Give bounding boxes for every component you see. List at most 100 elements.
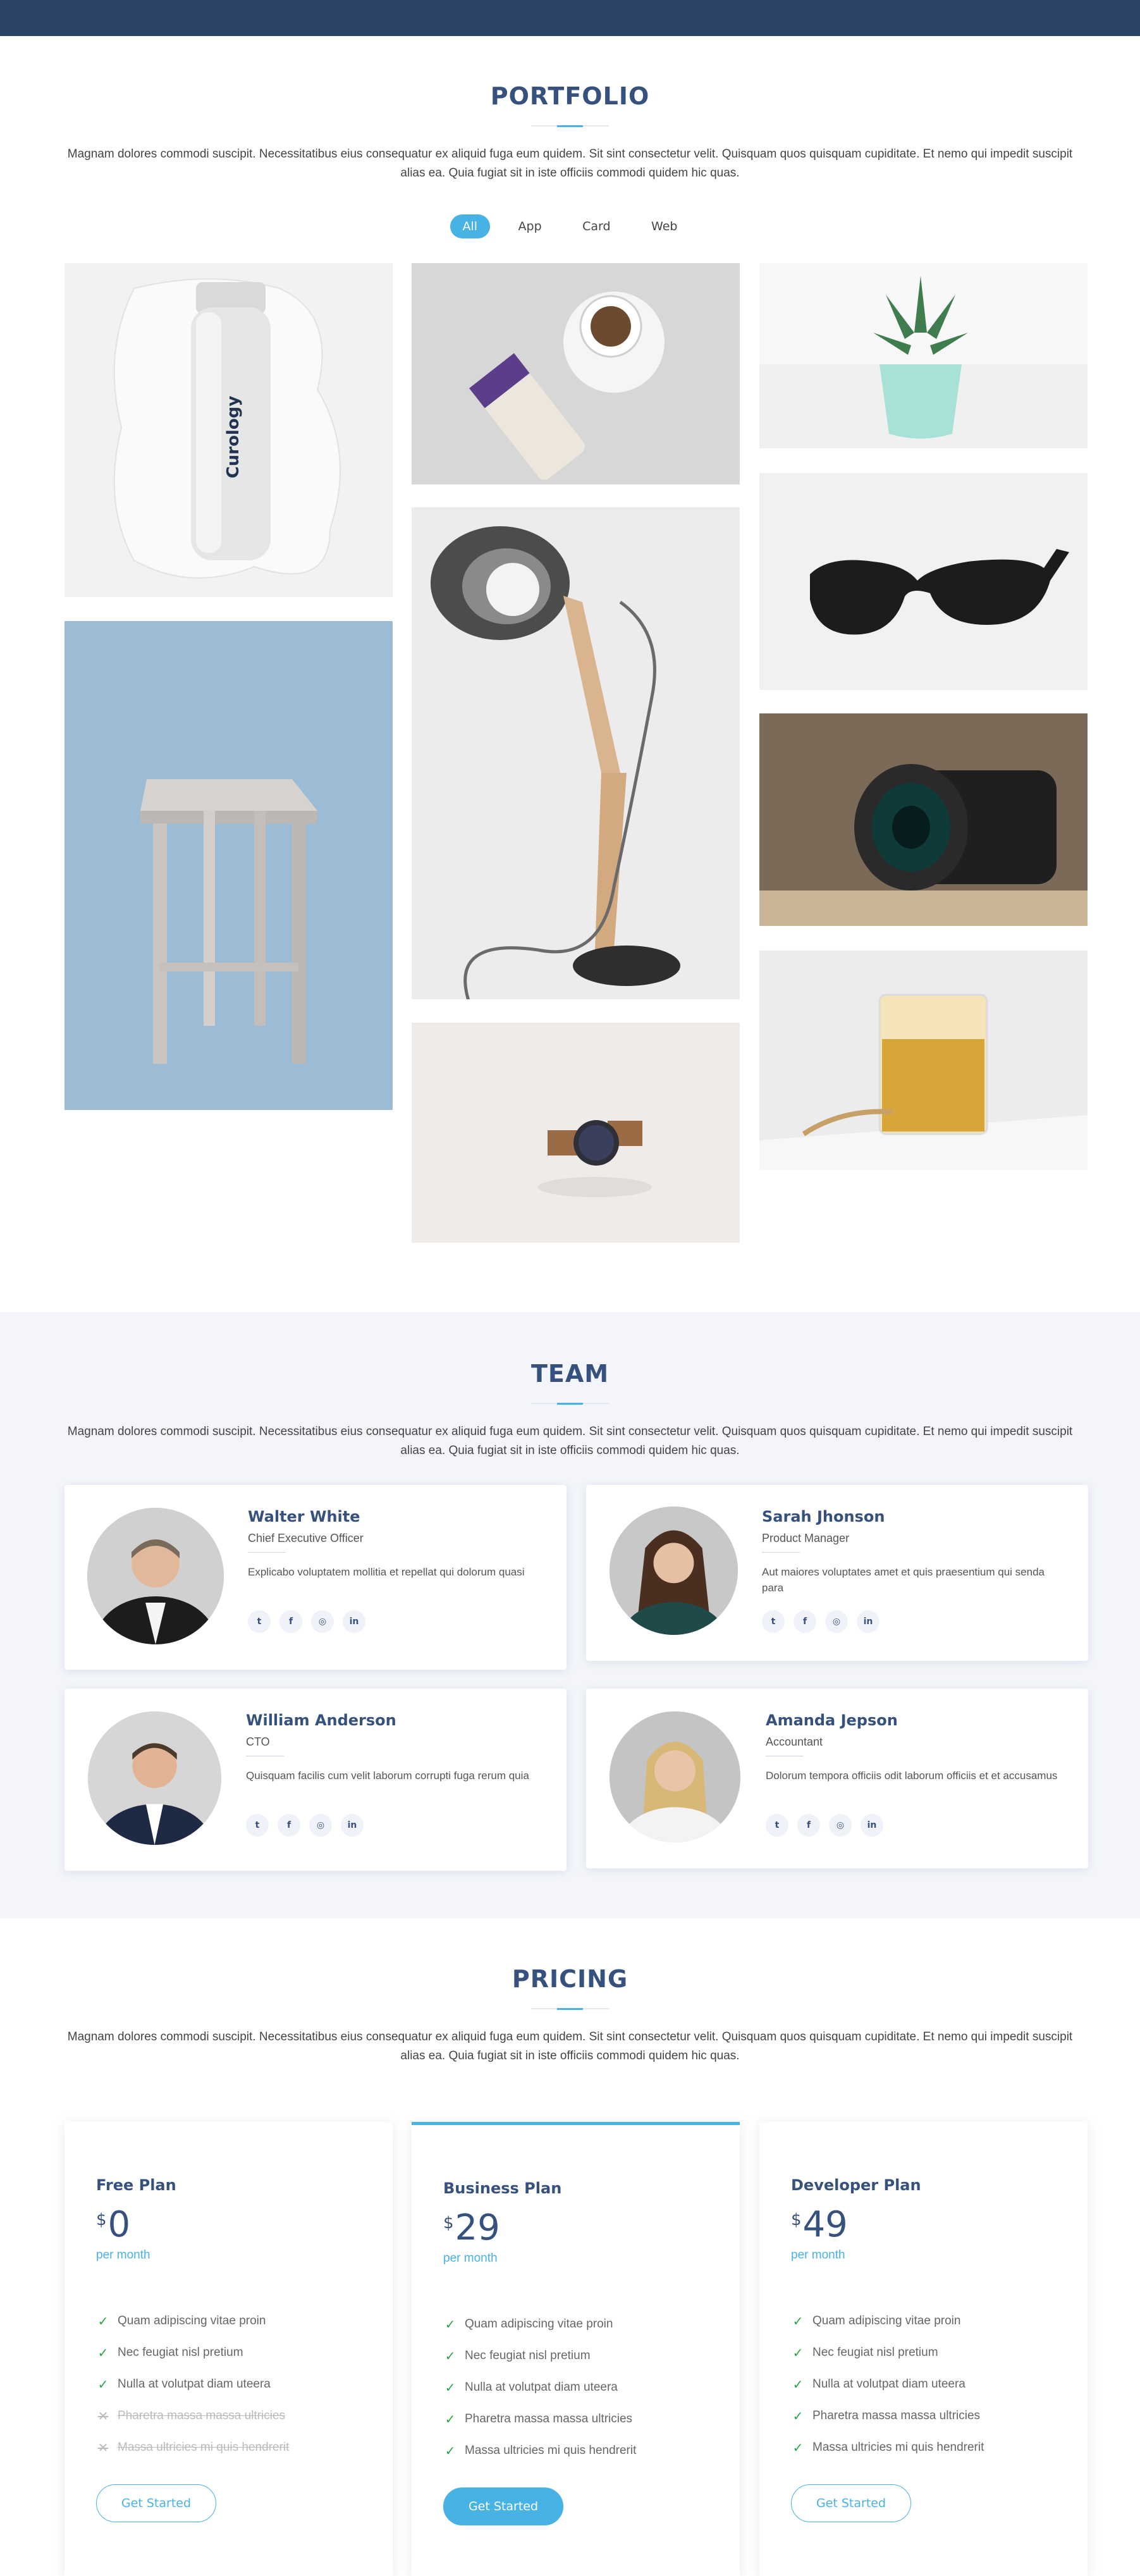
feature-item: ✓ Nec feugiat nisl pretium <box>443 2340 636 2372</box>
plan-period: per month <box>443 2252 498 2265</box>
avatar <box>610 1711 740 1842</box>
feature-label: Pharetra massa massa ultricies <box>812 2409 981 2422</box>
get-started-button[interactable]: Get Started <box>96 2484 216 2522</box>
feature-item: ✕ Massa ultricies mi quis hendrerit <box>96 2432 290 2463</box>
feature-item: ✓ Nec feugiat nisl pretium <box>791 2337 984 2369</box>
portfolio-title-underline <box>531 125 609 127</box>
x-icon: ✕ <box>97 2408 109 2424</box>
member-name: Amanda Jepson <box>766 1711 898 1729</box>
avatar <box>88 1711 221 1845</box>
team-title-underline <box>531 1403 609 1405</box>
feature-label: Massa ultricies mi quis hendrerit <box>118 2441 290 2454</box>
facebook-icon[interactable]: f <box>794 1610 816 1633</box>
filter-card[interactable]: Card <box>570 214 623 238</box>
facebook-icon[interactable]: f <box>278 1814 300 1837</box>
check-icon: ✓ <box>97 2377 109 2392</box>
instagram-icon[interactable]: ◎ <box>309 1814 332 1837</box>
portfolio-item-sunglasses[interactable] <box>759 473 1088 690</box>
feature-label: Nulla at volutpat diam uteera <box>118 2377 271 2391</box>
team-title: TEAM <box>530 1360 610 1388</box>
price-value: 0 <box>107 2204 131 2245</box>
facebook-icon[interactable]: f <box>797 1814 820 1837</box>
pricing-title-underline <box>531 2008 609 2010</box>
team-member-card: Amanda Jepson Accountant Dolorum tempora… <box>586 1689 1088 1868</box>
feature-label: Pharetra massa massa ultricies <box>118 2409 286 2422</box>
pricing-card-developer: Developer Plan $49 per month ✓ Quam adipi… <box>759 2122 1088 2576</box>
instagram-icon[interactable]: ◎ <box>825 1610 848 1633</box>
portfolio-item-camera-lens[interactable] <box>759 713 1088 926</box>
filter-app[interactable]: App <box>506 214 555 238</box>
feature-item: ✓ Massa ultricies mi quis hendrerit <box>443 2435 637 2467</box>
feature-item: ✓ Quam adipiscing vitae proin <box>96 2305 289 2337</box>
linkedin-icon[interactable]: in <box>341 1814 364 1837</box>
avatar <box>610 1507 738 1635</box>
portfolio-item-watch[interactable] <box>412 1023 740 1243</box>
feature-item: ✓ Quam adipiscing vitae proin <box>791 2305 984 2337</box>
get-started-button[interactable]: Get Started <box>791 2484 911 2522</box>
feature-item: ✓ Quam adipiscing vitae proin <box>443 2308 636 2340</box>
plan-period: per month <box>96 2248 150 2262</box>
portfolio-item-stool[interactable] <box>64 621 393 1110</box>
feature-item: ✓ Nulla at volutpat diam uteera <box>791 2369 984 2400</box>
check-icon: ✓ <box>444 2348 456 2363</box>
check-icon: ✓ <box>792 2440 804 2455</box>
filter-all[interactable]: All <box>450 214 491 238</box>
pricing-card-free: Free Plan $0 per month ✓ Quam adipiscing … <box>64 2122 393 2576</box>
feature-label: Quam adipiscing vitae proin <box>465 2317 613 2331</box>
price-value: 49 <box>802 2204 848 2245</box>
feature-label: Pharetra massa massa ultricies <box>465 2412 633 2425</box>
plan-price: $29 <box>443 2207 500 2248</box>
portfolio-item-coffee[interactable] <box>412 263 740 484</box>
instagram-icon[interactable]: ◎ <box>829 1814 852 1837</box>
twitter-icon[interactable]: t <box>766 1814 788 1837</box>
member-role: Accountant <box>766 1735 823 1748</box>
linkedin-icon[interactable]: in <box>857 1610 880 1633</box>
feature-label: Nec feugiat nisl pretium <box>812 2346 938 2359</box>
currency-symbol: $ <box>443 2214 454 2233</box>
feature-item: ✓ Nulla at volutpat diam uteera <box>443 2372 636 2403</box>
member-role: Product Manager <box>762 1532 850 1544</box>
member-description: Aut maiores voluptates amet et quis prae… <box>762 1566 1045 1594</box>
member-name: Walter White <box>248 1508 360 1525</box>
feature-item: ✓ Nulla at volutpat diam uteera <box>96 2369 289 2400</box>
feature-label: Nulla at volutpat diam uteera <box>465 2381 618 2394</box>
feature-label: Nec feugiat nisl pretium <box>465 2349 591 2362</box>
check-icon: ✓ <box>444 2443 456 2458</box>
portfolio-filters: All App Card Web <box>0 214 1140 240</box>
check-icon: ✓ <box>444 2317 456 2332</box>
plan-name: Free Plan <box>96 2176 176 2194</box>
portfolio-item-whiskey-glass[interactable] <box>759 951 1088 1170</box>
twitter-icon[interactable]: t <box>248 1610 271 1633</box>
feature-list: ✓ Quam adipiscing vitae proin ✓ Nec feugia… <box>96 2305 290 2463</box>
instagram-icon[interactable]: ◎ <box>311 1610 334 1633</box>
social-links: t f ◎ in <box>246 1814 364 1837</box>
portfolio-item-desk-lamp[interactable] <box>412 507 740 999</box>
plan-name: Business Plan <box>443 2179 562 2197</box>
social-links: t f ◎ in <box>766 1814 883 1837</box>
header-bar <box>0 0 1140 36</box>
portfolio-item-succulent[interactable] <box>759 263 1088 448</box>
check-icon: ✓ <box>444 2412 456 2427</box>
portfolio-item-cosmetic-tube[interactable]: Curology <box>64 263 393 597</box>
feature-list: ✓ Quam adipiscing vitae proin ✓ Nec feugia… <box>791 2305 984 2463</box>
feature-list: ✓ Quam adipiscing vitae proin ✓ Nec feugia… <box>443 2308 637 2467</box>
filter-web[interactable]: Web <box>639 214 690 238</box>
plan-period: per month <box>791 2248 845 2262</box>
divider <box>762 1552 800 1553</box>
portfolio-description: Magnam dolores commodi suscipit. Necessi… <box>67 147 1073 180</box>
plan-name: Developer Plan <box>791 2176 921 2194</box>
check-icon: ✓ <box>444 2380 456 2395</box>
facebook-icon[interactable]: f <box>279 1610 302 1633</box>
linkedin-icon[interactable]: in <box>861 1814 883 1837</box>
feature-label: Nec feugiat nisl pretium <box>118 2346 243 2359</box>
feature-label: Quam adipiscing vitae proin <box>812 2314 961 2327</box>
twitter-icon[interactable]: t <box>762 1610 785 1633</box>
twitter-icon[interactable]: t <box>246 1814 269 1837</box>
linkedin-icon[interactable]: in <box>343 1610 365 1633</box>
member-description: Quisquam facilis cum velit laborum corru… <box>246 1770 529 1782</box>
member-name: Sarah Jhonson <box>762 1508 885 1525</box>
feature-item: ✓ Nec feugiat nisl pretium <box>96 2337 289 2369</box>
get-started-button[interactable]: Get Started <box>443 2487 563 2525</box>
team-description: Magnam dolores commodi suscipit. Necessi… <box>67 1425 1073 1457</box>
price-value: 29 <box>455 2207 500 2248</box>
